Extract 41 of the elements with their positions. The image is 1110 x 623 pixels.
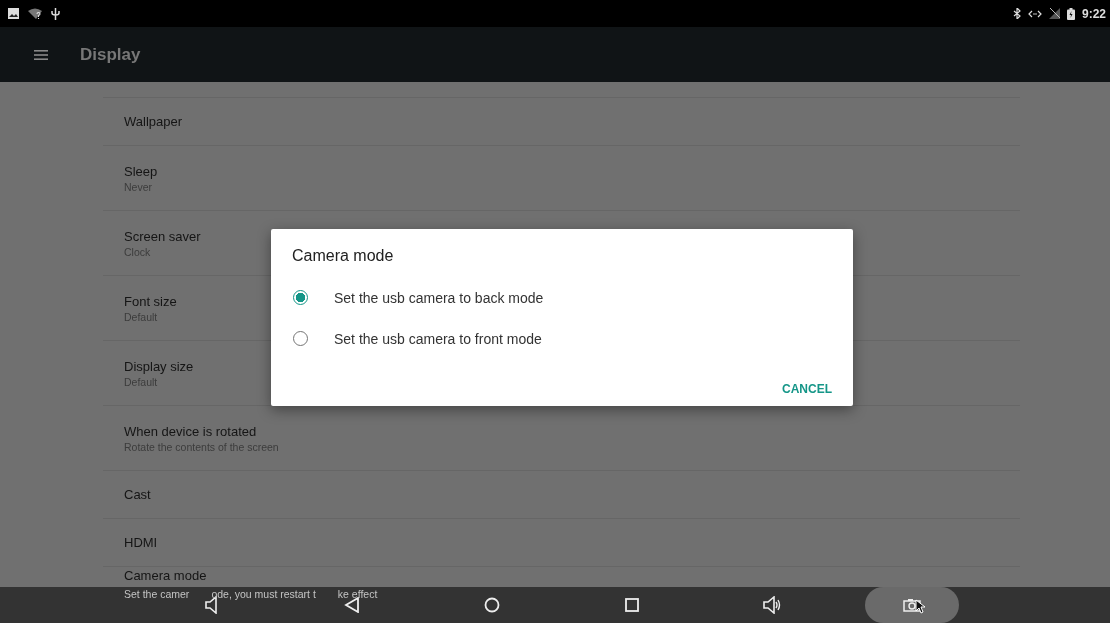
cancel-button[interactable]: CANCEL (782, 378, 832, 400)
item-summary-fragment: ke effect (337, 587, 378, 601)
back-icon (344, 597, 360, 613)
item-title: Display size (124, 357, 194, 375)
radio-option[interactable]: Set the usb camera to front mode (292, 318, 832, 359)
settings-item[interactable]: Cast (103, 471, 1020, 519)
settings-item[interactable]: HDMI (103, 519, 1020, 567)
item-title: HDMI (124, 534, 158, 551)
item-title: Font size (124, 292, 177, 310)
item-title: Sleep (124, 162, 158, 180)
radio-option[interactable]: Set the usb camera to back mode (292, 277, 832, 318)
cursor-icon (915, 599, 925, 614)
usb-icon (51, 7, 60, 20)
data-arrows-icon (1027, 9, 1042, 18)
bluetooth-icon (1012, 8, 1021, 19)
home-icon (484, 597, 500, 613)
no-signal-icon (1048, 8, 1060, 19)
battery-icon (1066, 7, 1075, 20)
option-label: Set the usb camera to back mode (334, 289, 544, 306)
item-title: Cast (124, 486, 151, 503)
item-summary-fragment: ode, you must restart t (211, 587, 316, 601)
item-title: Screen saver (124, 227, 201, 245)
toolbar-title: Display (80, 44, 141, 65)
speaker-loud-icon (763, 596, 781, 614)
radio-button[interactable] (293, 331, 308, 346)
wifi-question-icon (28, 8, 42, 19)
image-icon (8, 8, 19, 19)
item-title: Camera mode (124, 567, 207, 584)
item-summary-fragment: Set the camer (124, 587, 190, 601)
radio-button[interactable] (293, 290, 308, 305)
menu-icon (34, 49, 48, 60)
camera-icon (903, 598, 921, 612)
dialog-title: Camera mode (292, 247, 395, 266)
settings-item[interactable]: Wallpaper (103, 98, 1020, 146)
item-title: When device is rotated (124, 422, 257, 440)
option-label: Set the usb camera to front mode (334, 330, 542, 347)
nav-button[interactable] (865, 587, 959, 623)
item-title: Wallpaper (124, 113, 183, 130)
recents-icon (625, 598, 639, 612)
clock-time: 9:22 (1081, 6, 1106, 21)
settings-item[interactable]: Camera mode Set the camer ode, you must restart t ke effect (103, 567, 1020, 623)
